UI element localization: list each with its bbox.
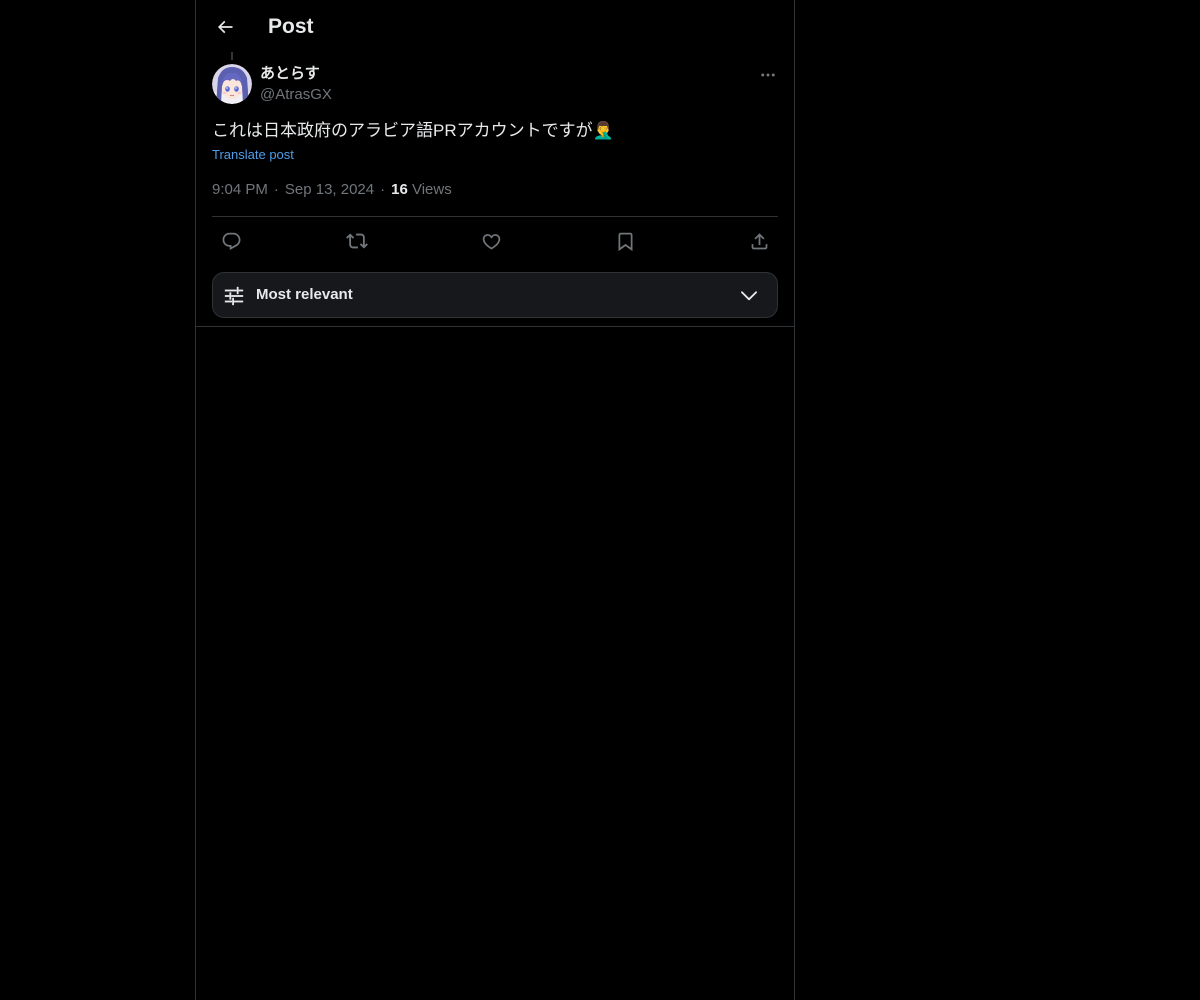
repost-icon	[346, 233, 368, 249]
ellipsis-icon	[761, 73, 775, 77]
separator-dot: ·	[273, 181, 279, 198]
views-label: Views	[411, 181, 452, 198]
like-button[interactable]	[472, 222, 510, 260]
thread-connector	[231, 52, 233, 60]
sort-label: Most relevant	[256, 286, 353, 303]
separator-dot: ·	[380, 181, 386, 198]
divider	[212, 216, 778, 217]
repost-button[interactable]	[338, 222, 376, 260]
sort-replies-dropdown[interactable]: Most relevant	[212, 272, 778, 318]
author-display-name[interactable]: あとらす	[260, 64, 320, 84]
bookmark-button[interactable]	[606, 222, 644, 260]
author-handle[interactable]: @AtrasGX	[260, 85, 332, 105]
avatar-image	[212, 64, 252, 104]
share-button[interactable]	[740, 222, 778, 260]
reply-icon	[222, 232, 240, 250]
action-bar	[212, 222, 778, 260]
divider	[196, 326, 794, 327]
translate-post-link[interactable]: Translate post	[212, 145, 294, 165]
share-icon	[751, 232, 767, 249]
page-header: Post	[196, 0, 794, 53]
sliders-icon	[224, 286, 244, 306]
post-time[interactable]: 9:04 PM	[212, 181, 268, 198]
views-count: 16	[391, 181, 408, 198]
facepalm-emoji: 🤦‍♂️	[592, 121, 614, 140]
page-title: Post	[268, 15, 314, 38]
more-options-button[interactable]	[753, 61, 783, 89]
back-button[interactable]	[208, 10, 242, 44]
main-column: Post あとらす @AtrasGX これは日本政府のアラビア語PRアカウントで…	[195, 0, 795, 1000]
post-meta: 9:04 PM · Sep 13, 2024 · 16 Views	[212, 179, 452, 201]
reply-button[interactable]	[212, 222, 250, 260]
arrow-left-icon	[217, 20, 233, 34]
post-body: これは日本政府のアラビア語PRアカウントですが	[212, 121, 593, 140]
post-text: これは日本政府のアラビア語PRアカウントですが🤦‍♂️	[212, 118, 614, 144]
bookmark-icon	[618, 232, 632, 251]
chevron-down-icon	[741, 291, 757, 301]
avatar[interactable]	[212, 64, 252, 104]
post-date[interactable]: Sep 13, 2024	[285, 181, 374, 198]
heart-icon	[482, 233, 500, 250]
